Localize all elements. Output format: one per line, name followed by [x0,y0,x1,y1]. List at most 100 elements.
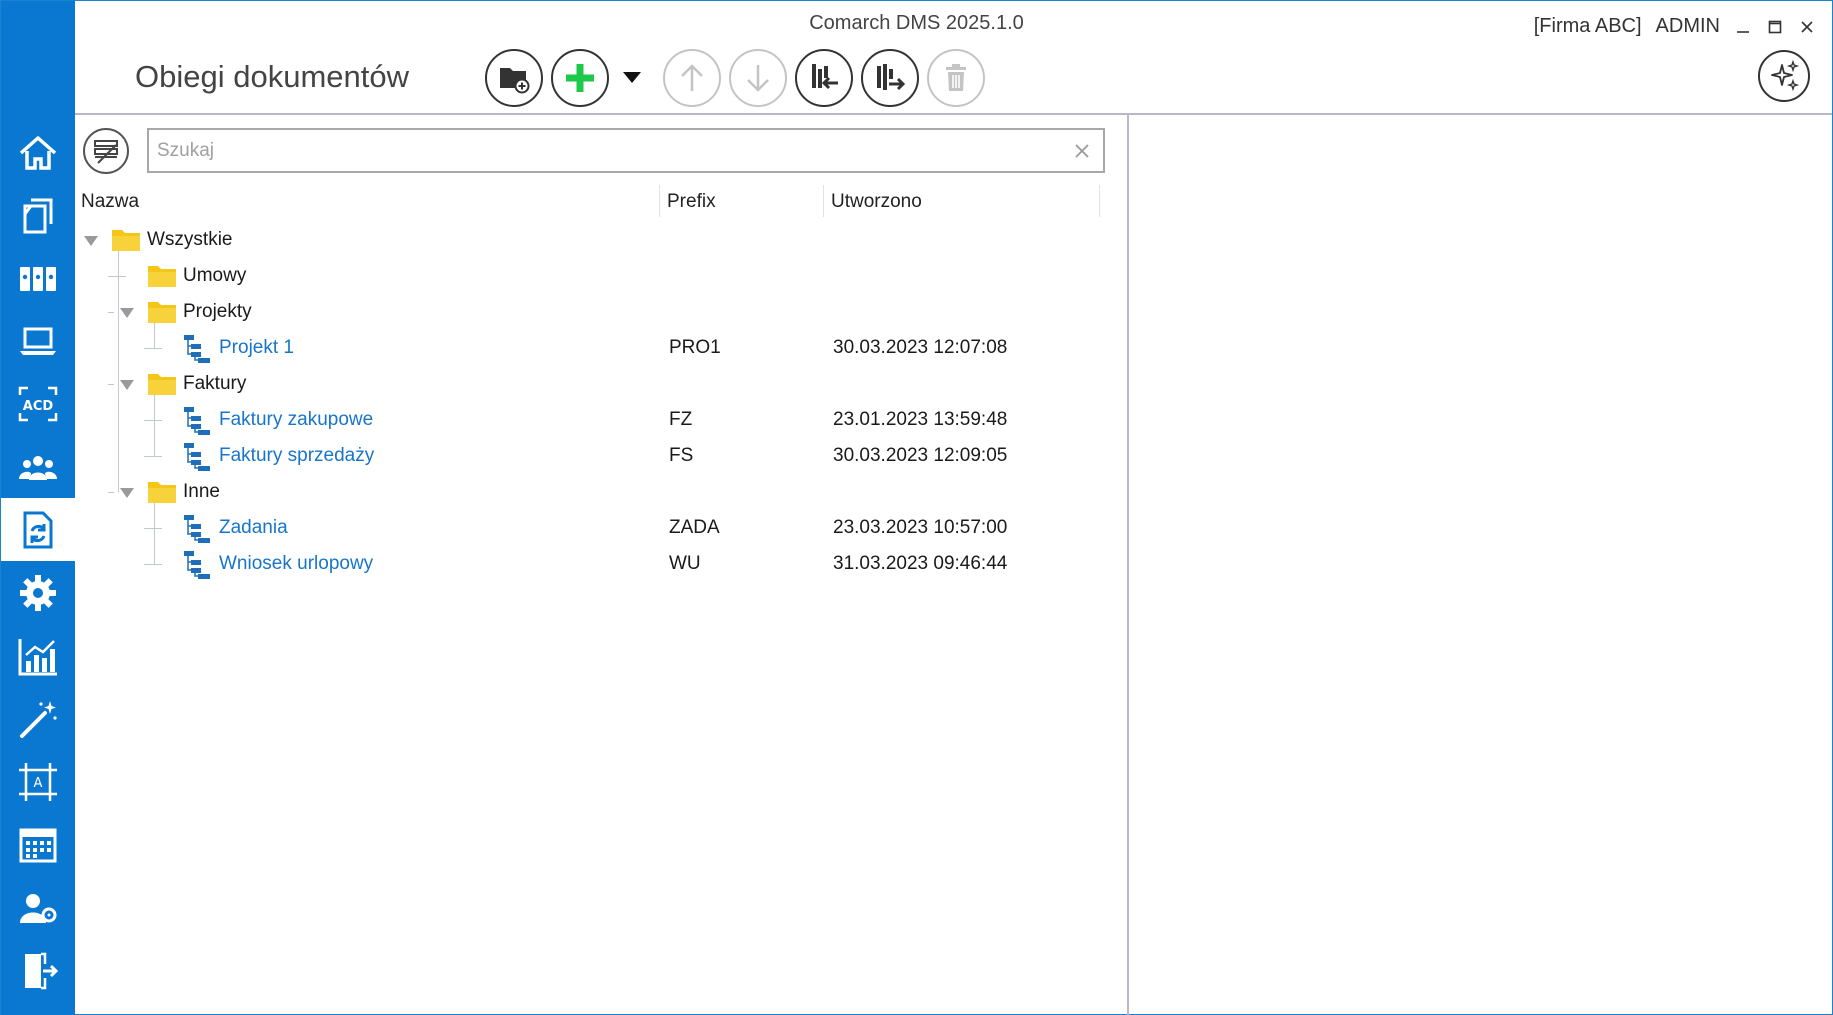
maximize-button[interactable] [1766,18,1784,36]
tree-node-label[interactable]: Projekty [183,294,252,330]
clear-x-icon [1075,144,1089,158]
tree-node-prefix: FS [669,445,694,466]
tree-workflow-row[interactable]: Wniosek urlopowy WU 31.03.2023 09:46:44 [75,546,1105,582]
tree-node-created: 31.03.2023 09:46:44 [833,553,1008,574]
tree-folder-row[interactable]: Wszystkie [75,222,1105,258]
tree-node-label[interactable]: Faktury sprzedaży [219,438,374,474]
expand-collapse-toggle[interactable] [119,306,135,318]
tree-node-prefix: PRO1 [669,337,721,358]
tree-node-label[interactable]: Wszystkie [147,222,233,258]
sidebar-item-logout[interactable] [1,939,75,1002]
expand-collapse-toggle[interactable] [119,378,135,390]
expand-collapse-toggle[interactable] [119,486,135,498]
column-header-name[interactable]: Nazwa [81,184,139,220]
folder-icon [147,370,177,401]
tree-node-created: 23.03.2023 10:57:00 [833,517,1008,538]
sidebar-item-workstation[interactable] [1,309,75,372]
tree-node-label[interactable]: Faktury zakupowe [219,402,373,438]
tree-guide-line [144,456,162,457]
ai-assistant-button[interactable] [1758,50,1810,102]
sidebar-item-designer[interactable]: A [1,750,75,813]
workflow-diagram-icon [183,550,211,585]
minimize-button[interactable] [1734,18,1752,36]
sidebar-item-user-settings[interactable] [1,876,75,939]
tree-guide-line [108,312,114,313]
add-options-dropdown[interactable] [620,67,644,87]
workflow-icon [23,511,53,548]
import-icon [812,64,838,90]
plus-icon [566,64,594,92]
sidebar-item-ocr[interactable]: ACD [1,372,75,435]
sidebar-item-home[interactable] [1,121,75,184]
tree-folder-row[interactable]: Inne [75,474,1105,510]
folder-icon [111,226,141,257]
tree-node-label[interactable]: Umowy [183,258,246,294]
arrow-up-icon [681,64,703,91]
sidebar-item-wizard[interactable] [1,687,75,750]
sidebar-item-users[interactable] [1,435,75,498]
svg-text:ACD: ACD [23,399,54,414]
sidebar-item-workflows[interactable] [1,498,75,561]
tree-guide-line [144,564,162,565]
sparkles-icon [1771,59,1800,92]
details-panel [1129,115,1832,1014]
search-box [147,128,1105,173]
sidebar-item-documents[interactable] [1,183,75,246]
tree-workflow-row[interactable]: Faktury sprzedaży FS 30.03.2023 12:09:05 [75,438,1105,474]
workflow-diagram-icon [183,442,211,477]
tree-node-label[interactable]: Wniosek urlopowy [219,546,373,582]
minimize-icon [1737,30,1749,33]
tree-guide-line [108,276,126,277]
sidebar-item-calendar[interactable] [1,813,75,876]
arrow-down-icon [747,65,769,92]
tree-node-label[interactable]: Projekt 1 [219,330,294,366]
tree-folder-row[interactable]: Projekty [75,294,1105,330]
window-user-area: [Firma ABC] ADMIN [1534,15,1816,38]
close-button[interactable] [1798,18,1816,36]
delete-button[interactable] [927,49,985,107]
tree-folder-row[interactable]: Faktury [75,366,1105,402]
sidebar-item-settings[interactable] [1,561,75,624]
expand-collapse-toggle[interactable] [83,234,99,246]
column-header-created[interactable]: Utworzono [831,184,922,220]
tree-workflow-row[interactable]: Zadania ZADA 23.03.2023 10:57:00 [75,510,1105,546]
sidebar-item-reports[interactable] [1,624,75,687]
sidebar-item-archive[interactable] [1,246,75,309]
tree-guide-line [108,384,114,385]
tree-node-label[interactable]: Zadania [219,510,288,546]
tree-node-prefix: FZ [669,409,693,430]
settings-gear-icon [20,574,56,611]
tree-guide-line [144,348,162,349]
tree-folder-row[interactable]: Umowy [75,258,1105,294]
company-label[interactable]: [Firma ABC] [1534,15,1642,38]
template-designer-icon: A [19,762,57,801]
search-clear-button[interactable] [1071,140,1093,162]
folder-icon [147,478,177,509]
move-down-button[interactable] [729,49,787,107]
add-workflow-button[interactable] [551,49,609,107]
user-label[interactable]: ADMIN [1656,15,1720,38]
sidebar: ACD A [1,1,75,1015]
workflow-tree-panel: Nazwa Prefix Utworzono WszystkieUmowyPro… [75,115,1127,1015]
tree-node-label[interactable]: Faktury [183,366,246,402]
svg-text:A: A [34,776,43,791]
import-button[interactable] [795,49,853,107]
move-up-button[interactable] [663,49,721,107]
column-header-prefix[interactable]: Prefix [667,184,716,220]
column-separator [823,185,824,217]
documents-icon [23,198,53,233]
export-icon [877,64,906,91]
tree-workflow-row[interactable]: Projekt 1 PRO1 30.03.2023 12:07:08 [75,330,1105,366]
export-button[interactable] [861,49,919,107]
ocr-acd-icon: ACD [18,386,58,421]
app-window: ACD A Comarch DMS 2025.1.0 [Firma ABC] A… [0,0,1833,1015]
tree-node-label[interactable]: Inne [183,474,220,510]
logout-door-icon [25,952,59,989]
tree-guide-line [144,420,162,421]
add-folder-button[interactable] [485,49,543,107]
tree-node-prefix: ZADA [669,517,720,538]
laptop-icon [20,327,56,355]
filter-button[interactable] [83,128,129,174]
tree-workflow-row[interactable]: Faktury zakupowe FZ 23.01.2023 13:59:48 [75,402,1105,438]
search-input[interactable] [157,130,1057,171]
